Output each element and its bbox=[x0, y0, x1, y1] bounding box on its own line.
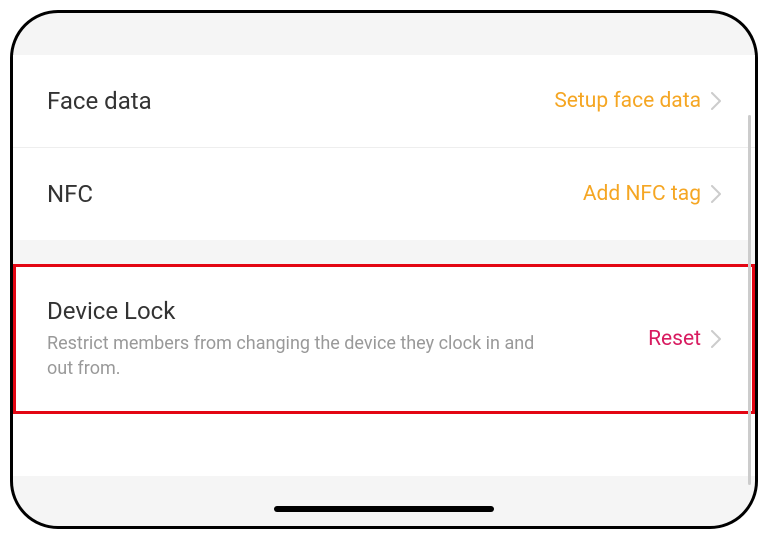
chevron-right-icon bbox=[711, 185, 721, 203]
section-spacer bbox=[13, 240, 755, 264]
device-lock-action[interactable]: Reset bbox=[648, 327, 721, 351]
device-lock-description: Restrict members from changing the devic… bbox=[47, 331, 547, 381]
device-lock-title: Device Lock bbox=[47, 297, 648, 325]
device-frame: Face data Setup face data NFC Add NFC ta… bbox=[10, 10, 758, 529]
nfc-action-label: Add NFC tag bbox=[583, 182, 701, 206]
face-data-action[interactable]: Setup face data bbox=[554, 89, 721, 113]
nfc-row[interactable]: NFC Add NFC tag bbox=[13, 148, 755, 240]
nfc-action[interactable]: Add NFC tag bbox=[583, 182, 721, 206]
nfc-title: NFC bbox=[47, 180, 583, 208]
face-data-left: Face data bbox=[47, 87, 554, 115]
face-data-action-label: Setup face data bbox=[554, 89, 701, 113]
nfc-left: NFC bbox=[47, 180, 583, 208]
settings-list: Face data Setup face data NFC Add NFC ta… bbox=[13, 55, 755, 476]
device-lock-left: Device Lock Restrict members from changi… bbox=[47, 297, 648, 381]
home-indicator[interactable] bbox=[274, 506, 494, 512]
chevron-right-icon bbox=[711, 330, 721, 348]
face-data-row[interactable]: Face data Setup face data bbox=[13, 55, 755, 148]
scrollbar[interactable] bbox=[748, 115, 751, 485]
device-lock-action-label: Reset bbox=[648, 327, 701, 351]
chevron-right-icon bbox=[711, 92, 721, 110]
face-data-title: Face data bbox=[47, 87, 554, 115]
device-lock-row[interactable]: Device Lock Restrict members from changi… bbox=[13, 264, 755, 414]
